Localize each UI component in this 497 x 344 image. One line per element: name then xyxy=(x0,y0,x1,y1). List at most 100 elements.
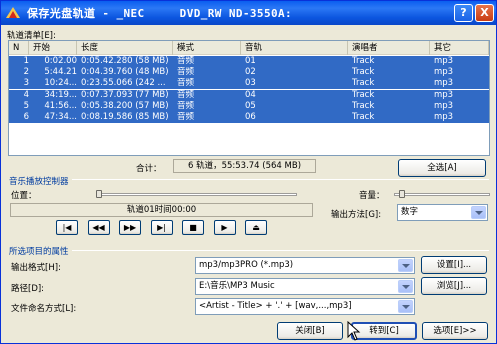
cell-mode: 音频 xyxy=(177,78,195,89)
column-header-track[interactable]: 音轨 xyxy=(241,41,348,55)
first-track-button[interactable]: |◀ xyxy=(56,220,78,235)
column-header-length[interactable]: 长度 xyxy=(77,41,173,55)
cell-artist: Track xyxy=(352,100,375,111)
chevron-down-icon[interactable] xyxy=(471,206,486,219)
cell-track: 02 xyxy=(245,67,256,78)
output-format-value: mp3/mp3PRO (*.mp3) xyxy=(199,260,294,270)
output-method-value: 数字 xyxy=(401,207,419,217)
mouse-cursor-icon xyxy=(347,321,361,341)
output-path-value: E:\音乐\MP3 Music xyxy=(199,281,275,291)
output-path-select[interactable]: E:\音乐\MP3 Music xyxy=(195,278,415,295)
first-track-icon: |◀ xyxy=(62,223,72,232)
close-button[interactable]: 关闭[B] xyxy=(277,322,343,340)
track-list-header: N 开始 长度 模式 音轨 演唱者 其它 xyxy=(9,41,489,55)
cell-artist: Track xyxy=(352,56,375,66)
cell-number: 1 xyxy=(23,56,29,66)
cell-other: mp3 xyxy=(434,78,454,89)
output-method-select[interactable]: 数字 xyxy=(397,204,488,221)
fast-forward-button[interactable]: ▶▶ xyxy=(119,220,141,235)
chevron-down-icon[interactable] xyxy=(398,259,413,272)
cell-artist: Track xyxy=(352,89,375,100)
volume-slider-thumb[interactable] xyxy=(399,190,405,198)
settings-button[interactable]: 设置[I]... xyxy=(421,256,487,274)
cell-mode: 音频 xyxy=(177,100,195,111)
eject-icon: ⏏ xyxy=(252,223,260,232)
cell-mode: 音频 xyxy=(177,89,195,100)
cell-artist: Track xyxy=(352,112,375,122)
cell-length: 0:23.55.066 (242 ... xyxy=(81,78,166,89)
cell-artist: Track xyxy=(352,78,375,89)
column-header-number[interactable]: N xyxy=(9,41,29,55)
total-label: 合计： xyxy=(136,164,162,174)
cell-track: 01 xyxy=(245,56,256,66)
cell-length: 0:07.37.093 (77 MB) xyxy=(81,89,169,100)
cell-start: 47:34... xyxy=(44,112,77,122)
track-list[interactable]: N 开始 长度 模式 音轨 演唱者 其它 1 0:02.00 0:05.42.280… xyxy=(8,40,490,156)
output-format-label: 输出格式[H]: xyxy=(11,263,61,273)
help-button[interactable]: ? xyxy=(454,4,473,22)
output-format-select[interactable]: mp3/mp3PRO (*.mp3) xyxy=(195,257,415,274)
cell-number: 3 xyxy=(23,78,29,89)
browse-button[interactable]: 浏览[J]... xyxy=(421,277,487,295)
naming-value: <Artist - Title> + '.' + [wav,...,mp3] xyxy=(199,301,352,311)
track-row[interactable]: 5 41:56... 0:05.38.200 (57 MB) 音频 05 Track mp3 xyxy=(9,100,489,112)
cell-other: mp3 xyxy=(434,89,454,100)
playback-status: 轨道01时间00:00 xyxy=(10,203,313,217)
position-slider-track[interactable] xyxy=(99,193,297,196)
track-row[interactable]: 3 10:24... 0:23.55.066 (242 ... 音频 03 Track mp… xyxy=(9,78,489,90)
cell-track: 03 xyxy=(245,78,256,89)
volume-slider-track[interactable] xyxy=(394,193,490,196)
cell-mode: 音频 xyxy=(177,56,195,66)
cell-track: 04 xyxy=(245,89,256,100)
track-row[interactable]: 2 5:44.21 0:04.39.760 (48 MB) 音频 02 Track mp3 xyxy=(9,67,489,79)
stop-icon: ■ xyxy=(189,223,197,232)
cell-track: 05 xyxy=(245,100,256,111)
cell-length: 0:08.19.586 (85 MB) xyxy=(81,112,169,122)
cell-number: 2 xyxy=(23,67,29,78)
cell-mode: 音频 xyxy=(177,67,195,78)
stop-button[interactable]: ■ xyxy=(182,220,204,235)
cell-other: mp3 xyxy=(434,56,454,66)
track-row[interactable]: 1 0:02.00 0:05.42.280 (58 MB) 音频 01 Track mp3 xyxy=(9,56,489,67)
eject-button[interactable]: ⏏ xyxy=(245,220,267,235)
column-header-mode[interactable]: 模式 xyxy=(173,41,241,55)
cell-start: 0:02.00 xyxy=(44,56,77,66)
title-bar[interactable]: 保存光盘轨道 - _NEC DVD_RW ND-3550A: ? X xyxy=(1,1,496,25)
options-button[interactable]: 选项[E]>> xyxy=(422,322,488,340)
naming-select[interactable]: <Artist - Title> + '.' + [wav,...,mp3] xyxy=(195,298,415,315)
last-track-button[interactable]: ▶| xyxy=(150,220,173,235)
cell-length: 0:05.38.200 (57 MB) xyxy=(81,100,169,111)
player-group-divider xyxy=(11,179,489,180)
cell-other: mp3 xyxy=(434,67,454,78)
properties-group-title: 所选项目的属性 xyxy=(9,245,72,257)
cell-track: 06 xyxy=(245,112,256,122)
properties-group-divider xyxy=(11,250,489,251)
cell-length: 0:04.39.760 (48 MB) xyxy=(81,67,169,78)
cell-start: 34:19... xyxy=(44,89,77,100)
position-slider-thumb[interactable] xyxy=(96,190,102,198)
chevron-down-icon[interactable] xyxy=(398,280,413,293)
output-method-label: 输出方法[G]: xyxy=(331,210,382,220)
fast-forward-icon: ▶▶ xyxy=(123,223,137,232)
chevron-down-icon[interactable] xyxy=(398,300,413,313)
cell-number: 4 xyxy=(23,89,29,100)
play-button[interactable]: ▶ xyxy=(213,220,236,235)
rewind-button[interactable]: ◀◀ xyxy=(87,220,110,235)
column-header-artist[interactable]: 演唱者 xyxy=(348,41,430,55)
track-row[interactable]: 6 47:34... 0:08.19.586 (85 MB) 音频 06 Track mp3 xyxy=(9,112,489,123)
column-header-other[interactable]: 其它 xyxy=(430,41,489,55)
total-summary: 6 轨道，55:53.74 (564 MB) xyxy=(173,159,316,173)
path-label: 路径[D]: xyxy=(11,284,45,294)
close-window-button[interactable]: X xyxy=(475,4,494,22)
column-header-start[interactable]: 开始 xyxy=(29,41,77,55)
app-logo-icon xyxy=(6,7,20,18)
position-label: 位置： xyxy=(11,191,37,201)
cell-start: 10:24... xyxy=(44,78,77,89)
cell-other: mp3 xyxy=(434,100,454,111)
select-all-button[interactable]: 全选[A] xyxy=(398,159,486,177)
cell-length: 0:05.42.280 (58 MB) xyxy=(81,56,169,66)
last-track-icon: ▶| xyxy=(157,223,166,232)
track-row[interactable]: 4 34:19... 0:07.37.093 (77 MB) 音频 04 Track mp3 xyxy=(9,89,489,101)
save-tracks-dialog: 保存光盘轨道 - _NEC DVD_RW ND-3550A: ? X 轨道清单[… xyxy=(0,0,497,344)
cell-other: mp3 xyxy=(434,112,454,122)
